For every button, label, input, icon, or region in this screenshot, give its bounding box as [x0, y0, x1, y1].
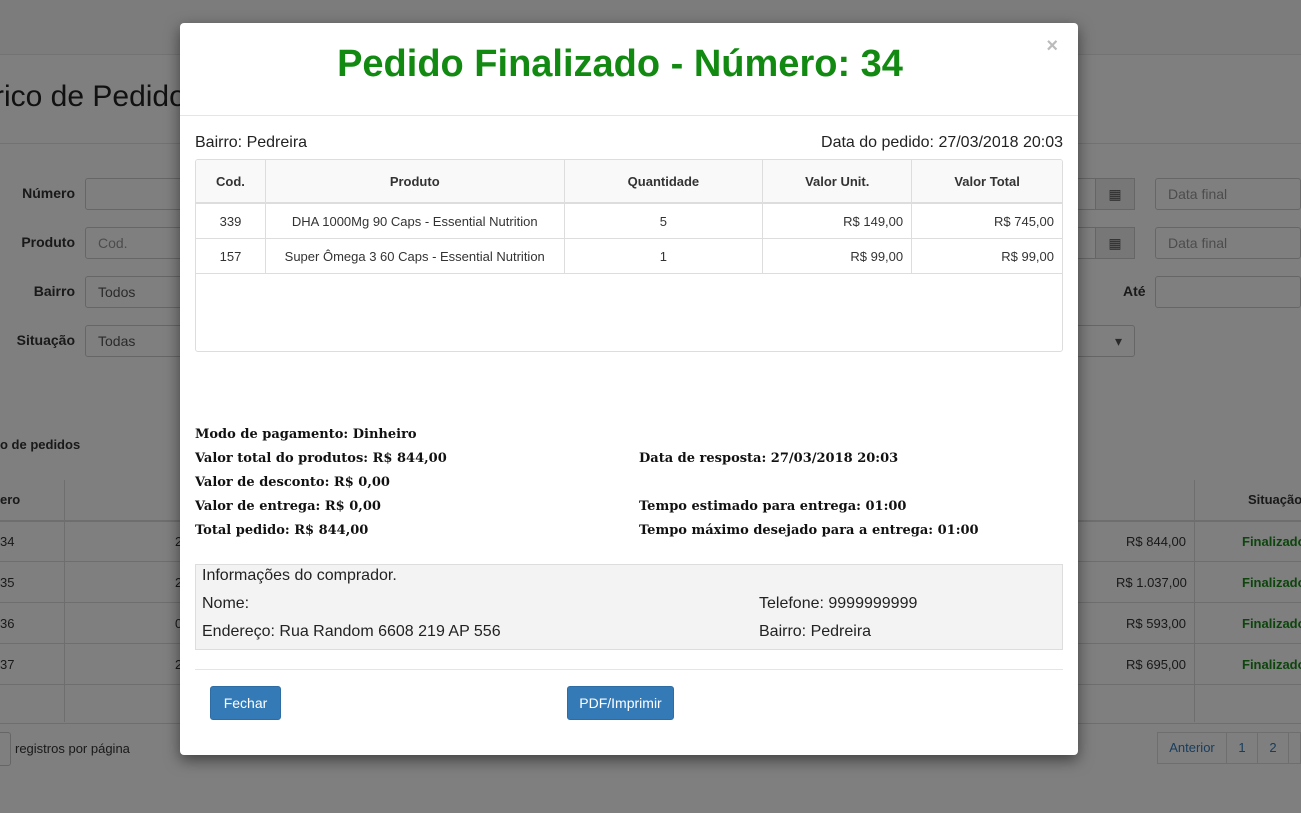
close-button[interactable]: Fechar: [210, 686, 281, 720]
header-produto: Produto: [264, 160, 565, 204]
items-header-row: Cod. Produto Quantidade Valor Unit. Valo…: [196, 160, 1062, 204]
header-valor-total: Valor Total: [911, 160, 1062, 204]
table-row: 339 DHA 1000Mg 90 Caps - Essential Nutri…: [196, 202, 1062, 239]
items-table: Cod. Produto Quantidade Valor Unit. Valo…: [195, 159, 1063, 352]
item-produto: DHA 1000Mg 90 Caps - Essential Nutrition: [264, 202, 565, 239]
item-valor-total: R$ 99,00: [911, 238, 1062, 274]
item-valor-unit: R$ 99,00: [762, 238, 913, 274]
item-quantidade: 5: [563, 202, 764, 239]
item-cod: 339: [196, 202, 266, 239]
order-total: Total pedido: R$ 844,00: [195, 523, 369, 538]
buyer-phone: Telefone: 9999999999: [759, 595, 918, 612]
discount-value: Valor de desconto: R$ 0,00: [195, 475, 390, 490]
buyer-info-title: Informações do comprador.: [202, 567, 397, 584]
order-bairro: Bairro: Pedreira: [195, 134, 308, 151]
buyer-bairro: Bairro: Pedreira: [759, 623, 872, 640]
response-date: Data de resposta: 27/03/2018 20:03: [639, 451, 899, 466]
divider: [195, 669, 1063, 670]
item-quantidade: 1: [563, 238, 764, 274]
header-cod: Cod.: [196, 160, 266, 204]
max-delivery-time: Tempo máximo desejado para a entrega: 01…: [639, 523, 979, 538]
modal-title: Pedido Finalizado - Número: 34: [337, 43, 903, 85]
table-row: 157 Super Ômega 3 60 Caps - Essential Nu…: [196, 238, 1062, 274]
delivery-value: Valor de entrega: R$ 0,00: [195, 499, 381, 514]
products-total: Valor total do produtos: R$ 844,00: [195, 451, 447, 466]
estimated-delivery-time: Tempo estimado para entrega: 01:00: [639, 499, 907, 514]
buyer-name: Nome:: [202, 595, 250, 612]
payment-mode: Modo de pagamento: Dinheiro: [195, 427, 417, 442]
item-cod: 157: [196, 238, 266, 274]
divider: [180, 115, 1078, 116]
order-modal: × Pedido Finalizado - Número: 34 Bairro:…: [180, 23, 1078, 755]
buyer-address: Endereço: Rua Random 6608 219 AP 556: [202, 623, 501, 640]
item-produto: Super Ômega 3 60 Caps - Essential Nutrit…: [264, 238, 565, 274]
header-quantidade: Quantidade: [563, 160, 764, 204]
item-valor-total: R$ 745,00: [911, 202, 1062, 239]
buyer-info-panel: Informações do comprador. Nome: Endereço…: [195, 564, 1063, 650]
pdf-print-button[interactable]: PDF/Imprimir: [567, 686, 674, 720]
order-date: Data do pedido: 27/03/2018 20:03: [821, 134, 1063, 151]
header-valor-unit: Valor Unit.: [762, 160, 913, 204]
item-valor-unit: R$ 149,00: [762, 202, 913, 239]
